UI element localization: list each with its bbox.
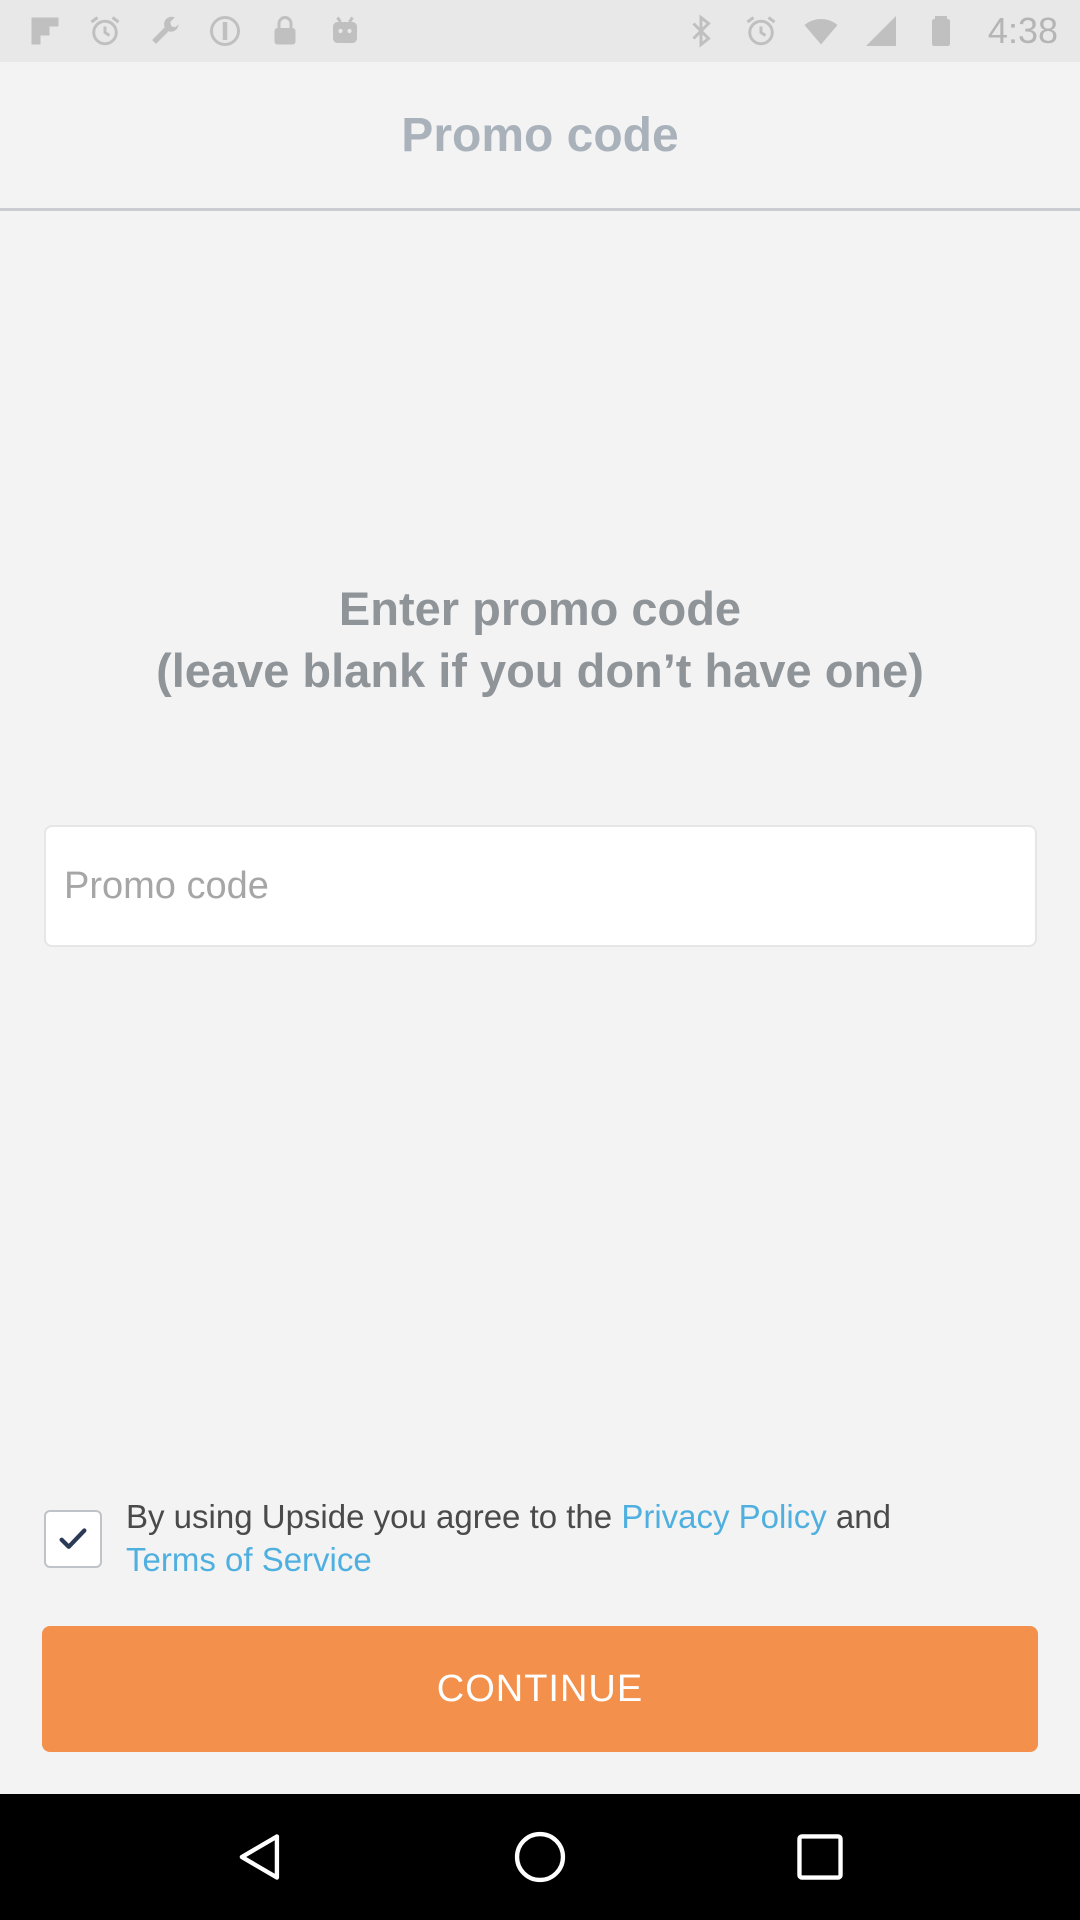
- checkmark-icon: [59, 1528, 87, 1549]
- lock-icon: [266, 12, 304, 50]
- app-header: Promo code: [0, 62, 1080, 211]
- agreement-text-before: By using Upside you agree to the: [126, 1498, 622, 1535]
- status-left-icons: [26, 12, 364, 50]
- status-bar: 4:38: [0, 0, 1080, 62]
- page-title: Promo code: [401, 108, 679, 162]
- home-button[interactable]: [500, 1817, 580, 1897]
- alarm-icon: [742, 12, 780, 50]
- flipboard-icon: [26, 12, 64, 50]
- recents-icon: [797, 1834, 843, 1880]
- agreement-text: By using Upside you agree to the Privacy…: [126, 1495, 891, 1581]
- prompt-line-1: Enter promo code: [338, 582, 742, 635]
- bluetooth-icon: [682, 12, 720, 50]
- android-icon: [326, 12, 364, 50]
- agreement-text-middle: and: [826, 1498, 891, 1535]
- back-button[interactable]: [220, 1817, 300, 1897]
- agreement-row: By using Upside you agree to the Privacy…: [44, 1495, 1037, 1581]
- wifi-icon: [802, 12, 840, 50]
- wrench-icon: [146, 12, 184, 50]
- back-icon: [239, 1834, 280, 1880]
- navigation-bar: [0, 1794, 1080, 1920]
- status-time: 4:38: [987, 10, 1058, 51]
- promo-code-input[interactable]: [44, 825, 1037, 947]
- prompt-line-2: (leave blank if you don’t have one): [156, 644, 924, 697]
- home-icon: [514, 1831, 566, 1883]
- status-right-icons: 4:38: [682, 10, 1058, 52]
- sync-icon: [206, 12, 244, 50]
- continue-button[interactable]: CONTINUE: [42, 1626, 1038, 1752]
- privacy-policy-link[interactable]: Privacy Policy: [621, 1498, 826, 1535]
- signal-icon: [862, 12, 900, 50]
- battery-icon: [922, 12, 960, 50]
- recents-button[interactable]: [780, 1817, 860, 1897]
- promo-prompt: Enter promo code (leave blank if you don…: [0, 578, 1080, 702]
- terms-of-service-link[interactable]: Terms of Service: [126, 1541, 372, 1578]
- alarm-icon: [86, 12, 124, 50]
- agree-checkbox[interactable]: [44, 1510, 102, 1568]
